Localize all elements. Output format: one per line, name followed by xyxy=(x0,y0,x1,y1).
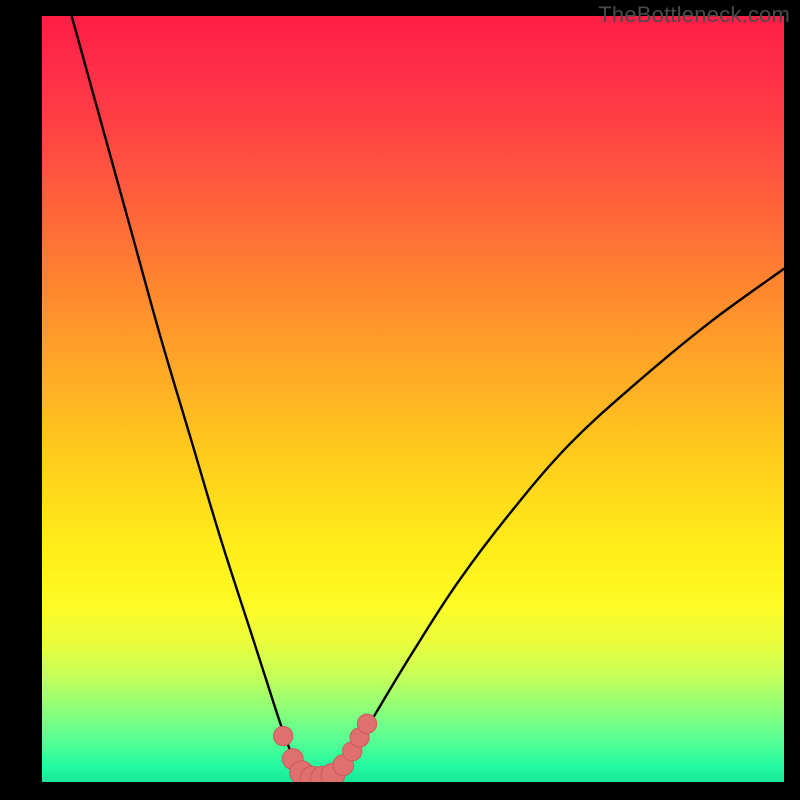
marker-point xyxy=(274,726,293,745)
chart-svg xyxy=(42,16,784,782)
series-group xyxy=(72,16,784,781)
plot-area xyxy=(42,16,784,782)
series-right-branch xyxy=(339,269,784,775)
marker-point xyxy=(357,714,376,733)
watermark-text: TheBottleneck.com xyxy=(598,2,790,28)
series-left-branch xyxy=(72,16,302,774)
chart-frame: TheBottleneck.com xyxy=(0,0,800,800)
